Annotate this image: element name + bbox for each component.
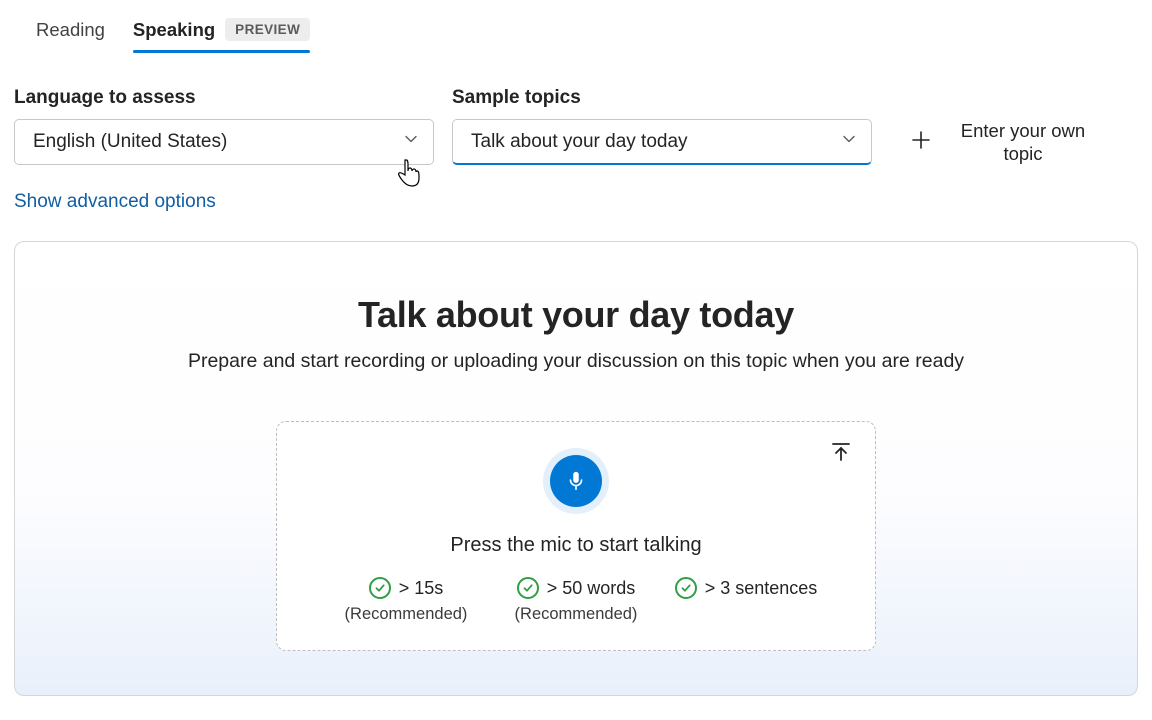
topic-selected-value: Talk about your day today: [471, 131, 688, 153]
show-advanced-options-link[interactable]: Show advanced options: [14, 191, 1138, 213]
enter-own-topic-button[interactable]: Enter your own topic: [910, 119, 1106, 165]
card-subtitle: Prepare and start recording or uploading…: [39, 350, 1113, 373]
chevron-down-icon: [841, 131, 857, 153]
plus-icon: [910, 129, 932, 156]
check-icon: [369, 577, 391, 599]
preview-badge: PREVIEW: [225, 18, 310, 41]
mic-button[interactable]: [550, 455, 602, 507]
criterion-text: > 50 words: [547, 578, 636, 599]
advanced-link-text: Show advanced options: [14, 191, 216, 212]
upload-button[interactable]: [829, 440, 853, 469]
check-icon: [675, 577, 697, 599]
language-group: Language to assess English (United State…: [14, 87, 434, 165]
tab-reading[interactable]: Reading: [36, 13, 105, 51]
language-select[interactable]: English (United States): [14, 119, 434, 165]
criterion-words: > 50 words (Recommended): [501, 577, 651, 624]
topic-label: Sample topics: [452, 87, 872, 109]
topic-group: Sample topics Talk about your day today: [452, 87, 872, 165]
language-selected-value: English (United States): [33, 131, 227, 153]
tab-speaking[interactable]: Speaking PREVIEW: [133, 12, 310, 51]
controls-row: Language to assess English (United State…: [14, 87, 1138, 165]
tabs: Reading Speaking PREVIEW: [14, 12, 1138, 55]
mic-outer: [543, 448, 609, 514]
enter-own-label: Enter your own topic: [948, 119, 1098, 165]
assessment-card: Talk about your day today Prepare and st…: [14, 241, 1138, 696]
criterion-sub: (Recommended): [515, 605, 638, 624]
mic-icon: [565, 470, 587, 492]
tab-reading-label: Reading: [36, 19, 105, 41]
chevron-down-icon: [403, 131, 419, 153]
criterion-sentences: > 3 sentences: [671, 577, 821, 605]
recording-box: Press the mic to start talking > 15s (Re…: [276, 421, 876, 651]
press-mic-text: Press the mic to start talking: [305, 534, 847, 557]
criterion-text: > 3 sentences: [705, 578, 818, 599]
criterion-sub: (Recommended): [345, 605, 468, 624]
language-label: Language to assess: [14, 87, 434, 109]
tab-speaking-label: Speaking: [133, 19, 215, 41]
criteria-row: > 15s (Recommended) > 50 words (Recommen…: [305, 577, 847, 624]
mic-wrap: [305, 448, 847, 514]
check-icon: [517, 577, 539, 599]
topic-select[interactable]: Talk about your day today: [452, 119, 872, 165]
criterion-duration: > 15s (Recommended): [331, 577, 481, 624]
criterion-text: > 15s: [399, 578, 444, 599]
card-title: Talk about your day today: [39, 294, 1113, 336]
